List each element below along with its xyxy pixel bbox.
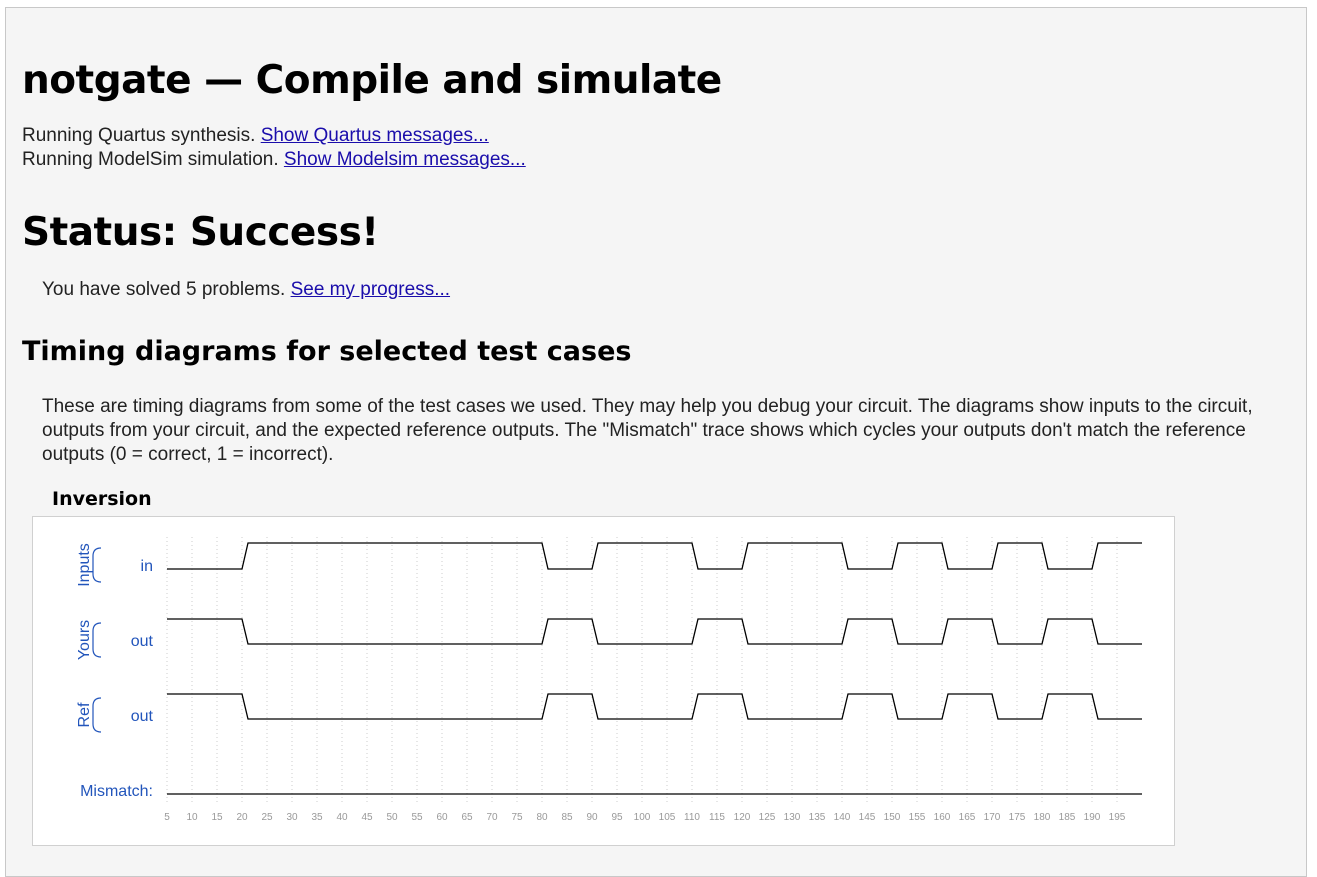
time-tick-label: 20 (236, 812, 248, 823)
timing-diagram: 5 10 15 20 25 30 35 40 45 50 55 60 65 70 75 80 85 90 95 100… (32, 516, 1175, 846)
time-tick-label: 105 (659, 812, 676, 823)
trace-inputs-in (167, 542, 1142, 570)
time-tick-label: 55 (411, 812, 423, 823)
time-tick-label: 185 (1059, 812, 1076, 823)
signal-traces (167, 542, 1142, 795)
time-tick-label: 180 (1034, 812, 1051, 823)
page-title: notgate — Compile and simulate (22, 58, 722, 103)
time-tick-label: 135 (809, 812, 826, 823)
time-tick-label: 75 (511, 812, 523, 823)
see-progress-link[interactable]: See my progress... (291, 279, 450, 300)
grid-lines (166, 537, 1118, 802)
quartus-status-text: Running Quartus synthesis. (22, 125, 256, 146)
time-tick-label: 10 (186, 812, 198, 823)
signal-label-in: in (141, 558, 153, 575)
time-tick-label: 40 (336, 812, 348, 823)
modelsim-status-text: Running ModelSim simulation. (22, 149, 279, 170)
time-tick-label: 15 (211, 812, 223, 823)
time-tick-label: 155 (909, 812, 926, 823)
time-tick-label: 120 (734, 812, 751, 823)
timing-section-title: Timing diagrams for selected test cases (22, 336, 632, 367)
time-tick-label: 60 (436, 812, 448, 823)
diagram-title: Inversion (52, 488, 152, 510)
modelsim-line: Running ModelSim simulation. Show Models… (22, 148, 526, 172)
show-modelsim-messages-link[interactable]: Show Modelsim messages... (284, 149, 526, 170)
signal-label-yours-out: out (131, 633, 154, 650)
time-tick-label: 35 (311, 812, 323, 823)
trace-yours-out (167, 618, 1142, 645)
time-tick-label: 195 (1109, 812, 1126, 823)
group-label-ref: Ref (76, 702, 93, 727)
time-tick-label: 190 (1084, 812, 1101, 823)
time-tick-label: 30 (286, 812, 298, 823)
status-heading: Status: Success! (22, 210, 379, 255)
progress-line: You have solved 5 problems. See my progr… (42, 279, 450, 301)
progress-text: You have solved 5 problems. (42, 279, 286, 300)
trace-ref-out (167, 693, 1142, 720)
time-tick-label: 145 (859, 812, 876, 823)
bracket-ref (92, 697, 102, 733)
timing-description: These are timing diagrams from some of t… (42, 396, 1253, 465)
quartus-line: Running Quartus synthesis. Show Quartus … (22, 124, 526, 148)
time-tick-label: 160 (934, 812, 951, 823)
time-tick-label: 70 (486, 812, 498, 823)
time-tick-label: 100 (634, 812, 651, 823)
time-tick-label: 85 (561, 812, 573, 823)
group-label-yours: Yours (76, 620, 93, 660)
signal-label-ref-out: out (131, 708, 154, 725)
time-tick-label: 95 (611, 812, 623, 823)
time-tick-label: 80 (536, 812, 548, 823)
signal-label-mismatch: Mismatch: (80, 783, 153, 800)
time-tick-label: 140 (834, 812, 851, 823)
time-tick-label: 125 (759, 812, 776, 823)
time-tick-label: 130 (784, 812, 801, 823)
time-tick-label: 50 (386, 812, 398, 823)
time-tick-label: 175 (1009, 812, 1026, 823)
time-tick-label: 165 (959, 812, 976, 823)
time-tick-label: 25 (261, 812, 273, 823)
time-tick-label: 90 (586, 812, 598, 823)
show-quartus-messages-link[interactable]: Show Quartus messages... (261, 125, 489, 146)
run-status: Running Quartus synthesis. Show Quartus … (22, 124, 526, 172)
time-tick-label: 150 (884, 812, 901, 823)
time-tick-label: 115 (709, 812, 725, 823)
time-tick-label: 65 (461, 812, 473, 823)
time-axis-ticks: 5 10 15 20 25 30 35 40 45 50 55 60 65 70 75 80 85 90 95 100… (164, 812, 1126, 823)
time-tick-label: 45 (361, 812, 373, 823)
time-tick-label: 5 (164, 812, 170, 823)
bracket-inputs (92, 547, 102, 583)
bracket-yours (92, 622, 102, 658)
timing-diagram-svg: 5 10 15 20 25 30 35 40 45 50 55 60 65 70 75 80 85 90 95 100… (76, 537, 1142, 823)
group-label-inputs: Inputs (76, 543, 93, 587)
time-tick-label: 110 (684, 812, 700, 823)
time-tick-label: 170 (984, 812, 1001, 823)
